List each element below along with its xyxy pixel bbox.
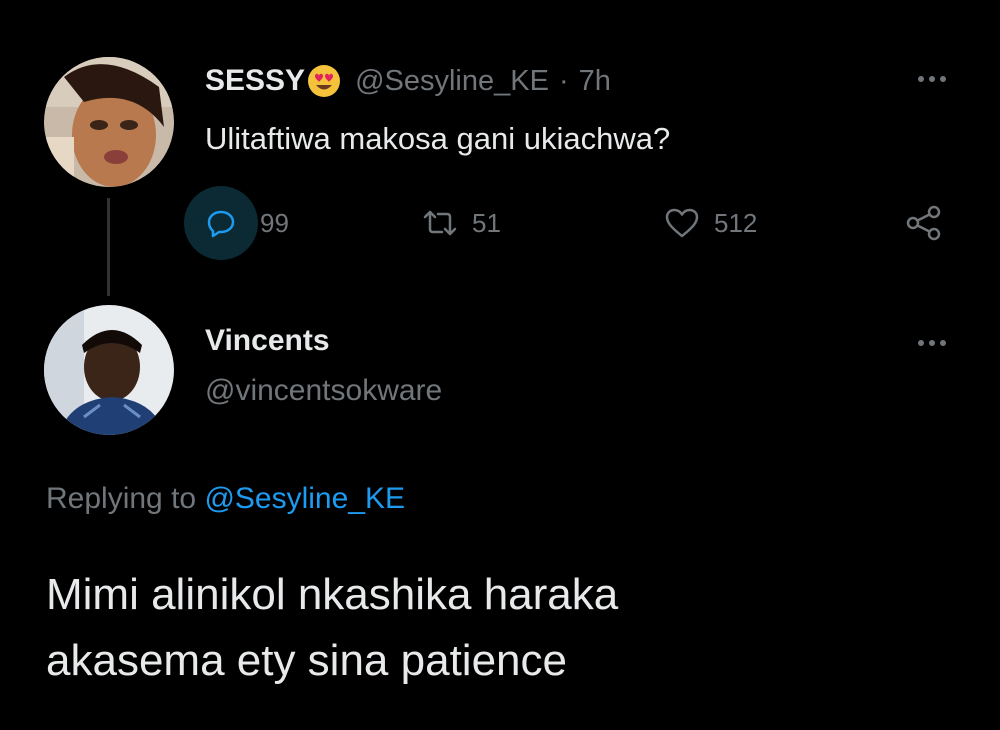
tweet-actions: 99 51 512	[0, 186, 1000, 260]
tweet-timestamp[interactable]: 7h	[579, 65, 611, 98]
author-handle[interactable]: @Sesyline_KE	[355, 65, 549, 98]
retweet-count: 51	[472, 207, 501, 238]
share-icon	[906, 205, 941, 241]
vincents-avatar[interactable]	[44, 305, 174, 435]
reply-button[interactable]: 99	[184, 186, 289, 260]
reply-count: 99	[260, 207, 289, 238]
author-display-name[interactable]: SESSY	[205, 64, 305, 98]
replying-to-mention[interactable]: @Sesyline_KE	[204, 482, 405, 515]
retweet-icon	[423, 210, 457, 236]
share-button[interactable]	[904, 188, 944, 258]
like-count: 512	[714, 207, 758, 238]
reply-text-line: akasema ety sina patience	[46, 636, 567, 685]
tweet-header: SESSY @Sesyline_KE · 7h	[205, 64, 611, 98]
reply-author-display-name[interactable]: Vincents	[205, 324, 330, 358]
meta-separator: ·	[558, 64, 569, 97]
more-icon[interactable]	[910, 69, 954, 89]
heart-eyes-emoji	[308, 65, 341, 97]
retweet-button[interactable]: 51	[422, 188, 501, 258]
reply-text: Mimi alinikol nkashika haraka akasema et…	[46, 562, 966, 694]
reply-text-line: Mimi alinikol nkashika haraka	[46, 570, 619, 619]
reply-author-handle[interactable]: @vincentsokware	[205, 374, 442, 408]
replying-to-label: Replying to	[46, 482, 197, 515]
more-icon[interactable]	[910, 333, 954, 353]
replying-to-line: Replying to @Sesyline_KE	[46, 482, 405, 516]
sessy-avatar[interactable]	[44, 57, 174, 187]
like-button[interactable]: 512	[664, 188, 757, 258]
reply-icon	[184, 186, 258, 260]
tweet-thread: SESSY @Sesyline_KE · 7h Ulitaftiwa makos…	[0, 0, 1000, 730]
tweet-text: Ulitaftiwa makosa gani ukiachwa?	[205, 121, 671, 156]
like-icon	[665, 208, 699, 238]
